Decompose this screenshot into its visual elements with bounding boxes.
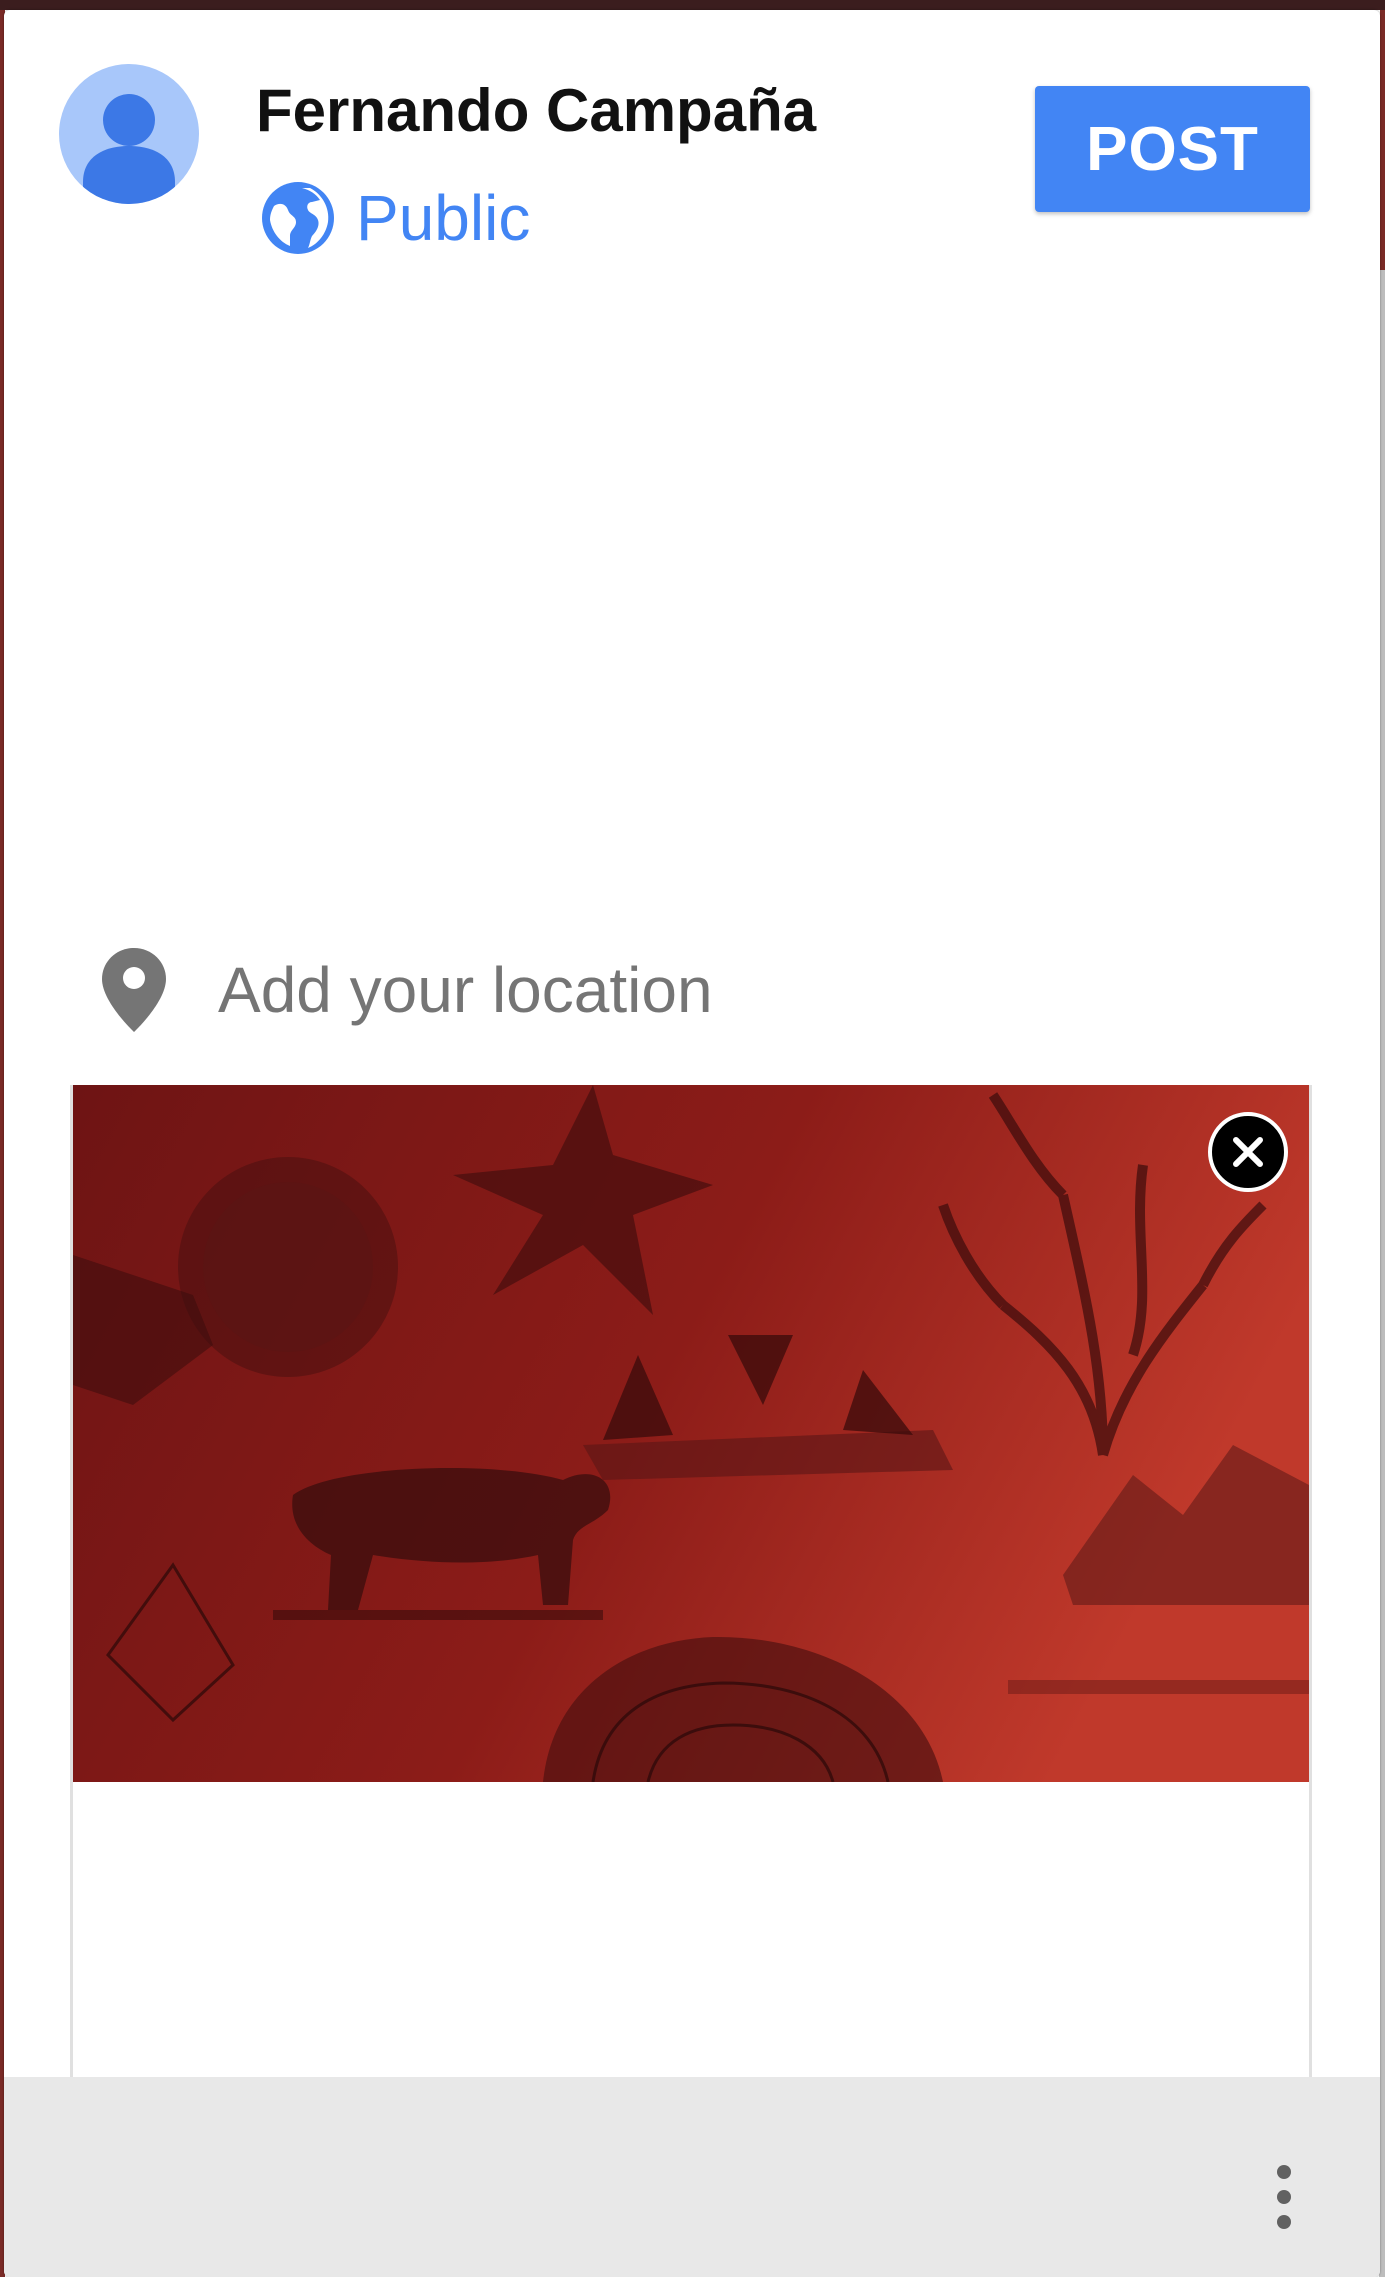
menu-dot (1277, 2165, 1291, 2179)
menu-dot (1277, 2215, 1291, 2229)
bottom-toolbar (4, 2077, 1380, 2277)
close-icon (1233, 1137, 1263, 1167)
audience-selector[interactable]: Public (260, 178, 530, 258)
location-pin-icon (102, 948, 166, 1032)
avatar (59, 64, 199, 204)
author-name: Fernando Campaña (256, 77, 817, 144)
more-vert-icon[interactable] (1254, 2152, 1314, 2242)
remove-attachment-button[interactable] (1208, 1112, 1288, 1192)
globe-icon (262, 182, 334, 254)
add-location-label: Add your location (218, 954, 713, 1026)
compose-post-dialog: Fernando Campaña Public POST Add your lo… (4, 10, 1380, 2277)
add-location-row[interactable]: Add your location (100, 930, 713, 1050)
background-app-strip (0, 0, 1385, 10)
audience-label: Public (356, 182, 531, 254)
attachment-image (73, 1085, 1309, 1782)
attachment-preview (70, 1085, 1312, 2085)
post-button[interactable]: POST (1035, 86, 1310, 212)
person-icon (83, 94, 175, 204)
menu-dot (1277, 2190, 1291, 2204)
